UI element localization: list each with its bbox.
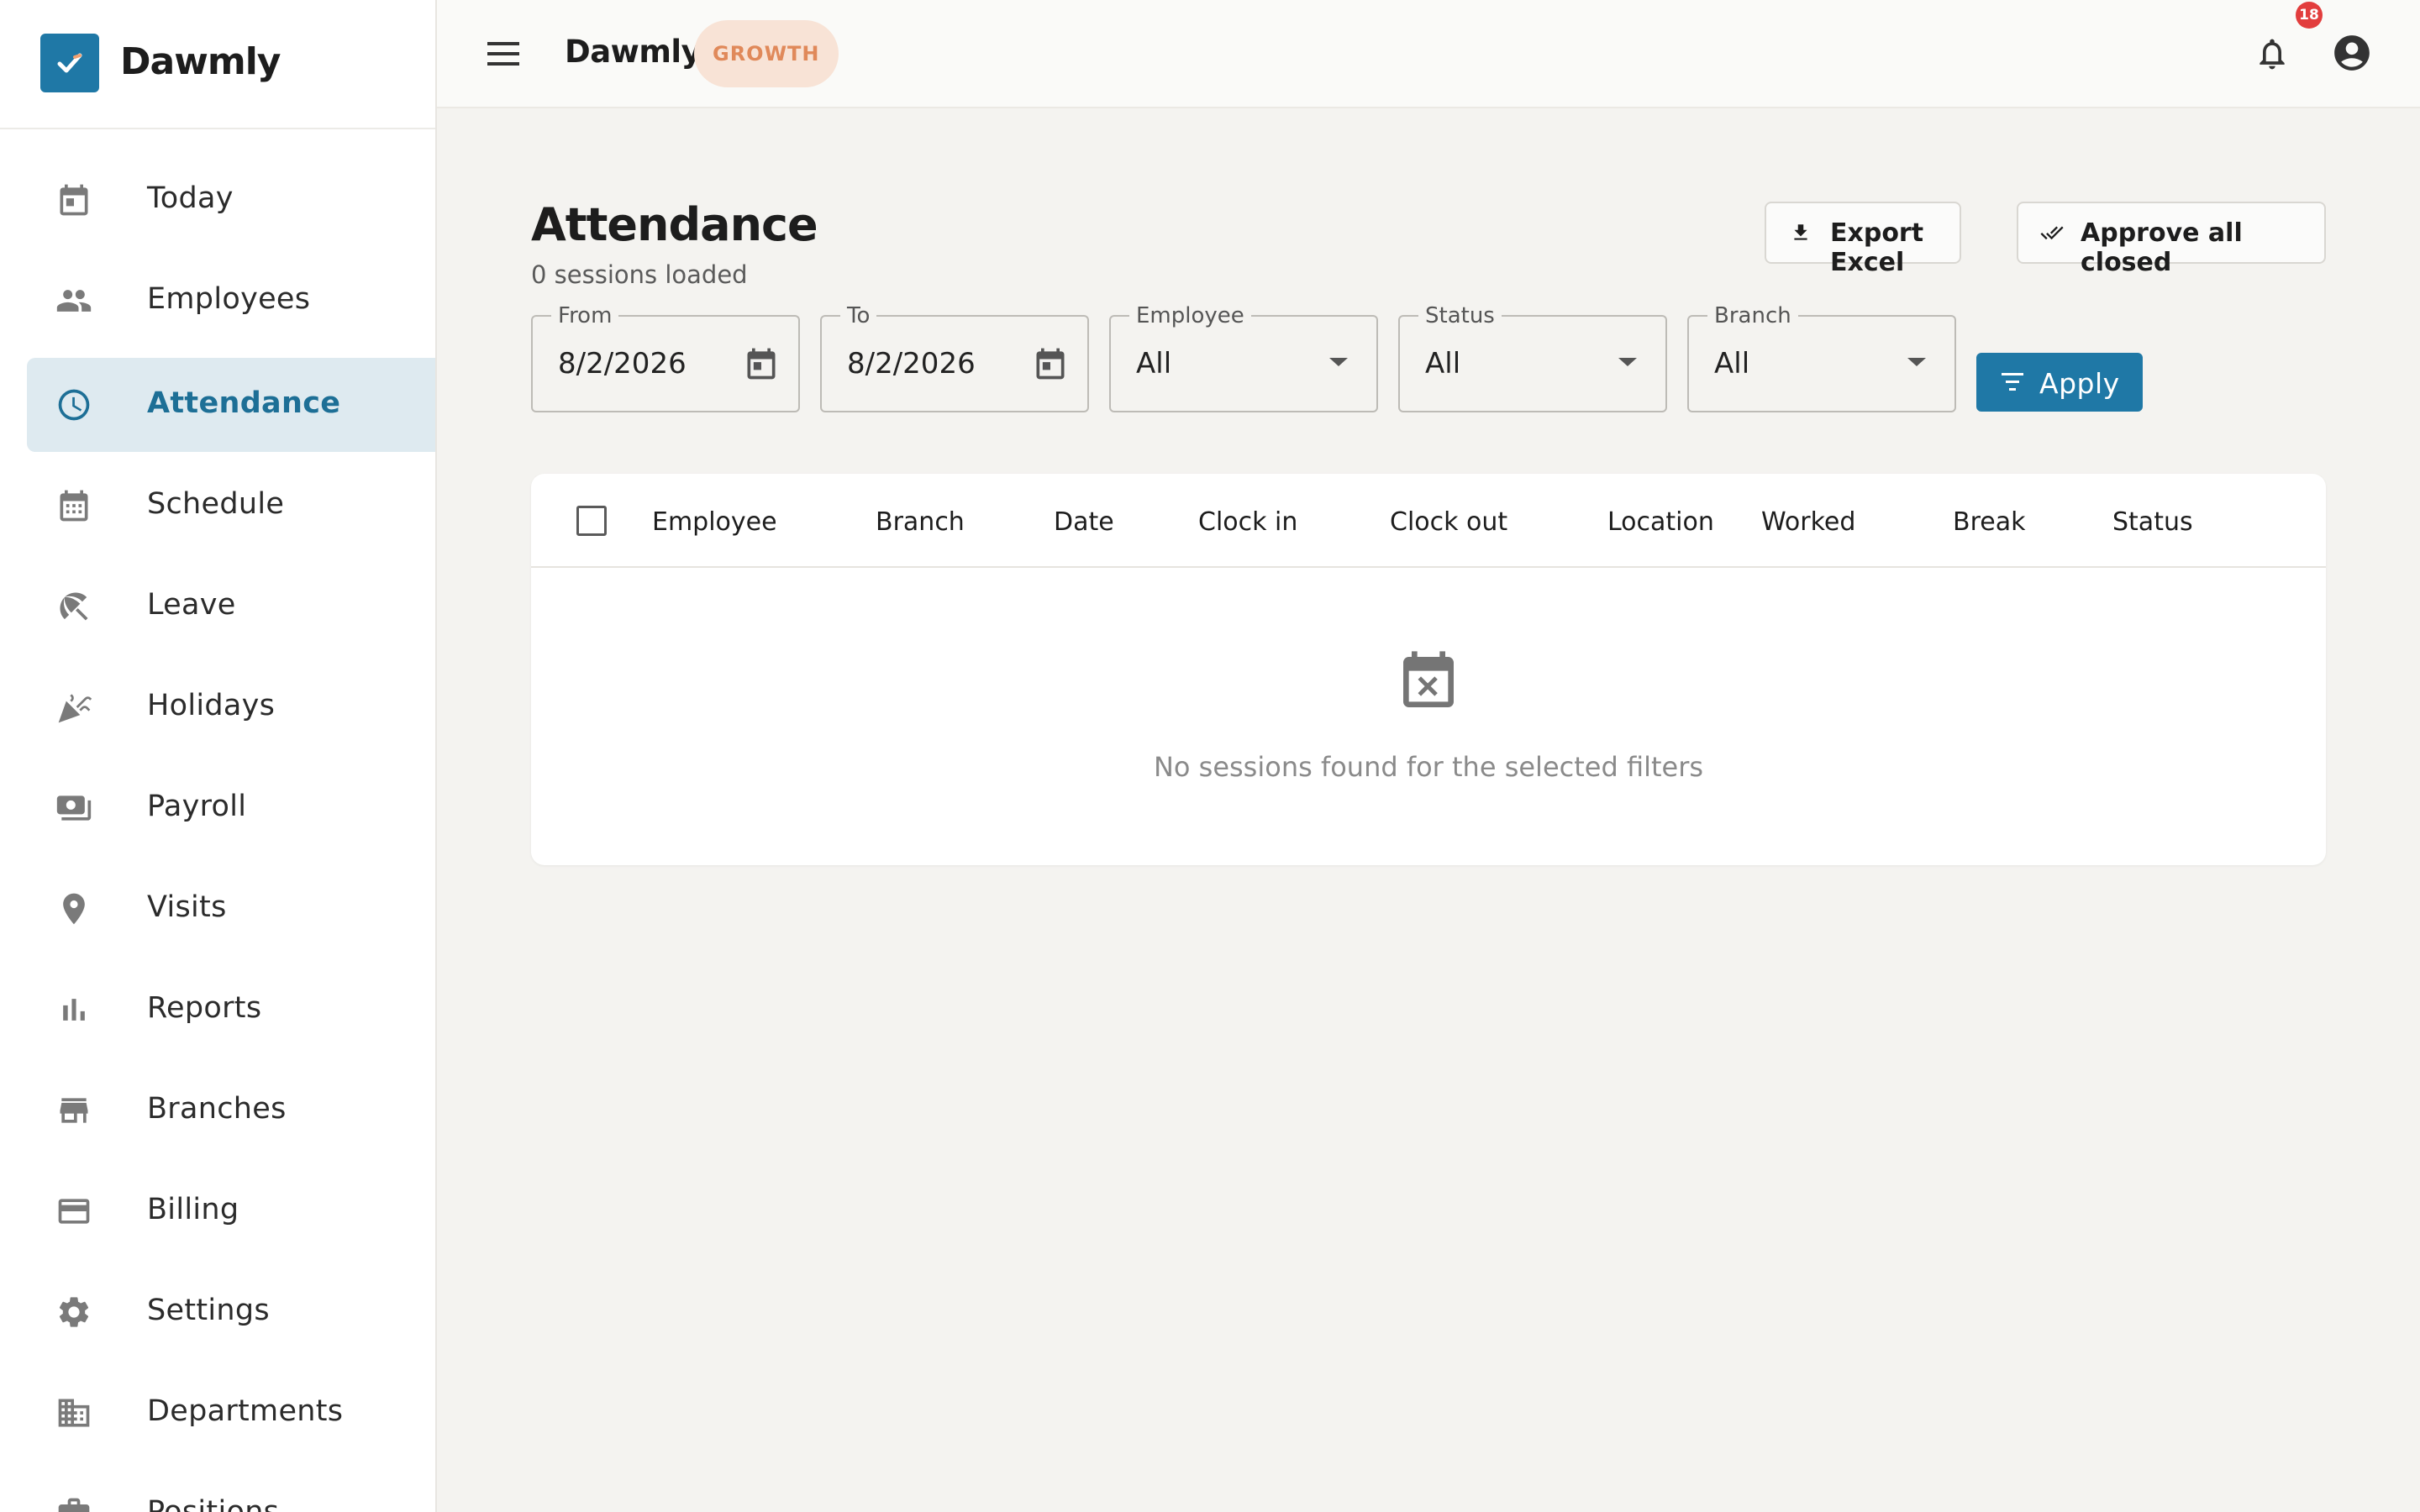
notification-count-badge: 18	[2296, 2, 2323, 29]
sidebar-item-schedule[interactable]: Schedule	[27, 459, 435, 553]
status-select[interactable]: Status All	[1398, 303, 1667, 412]
brand-header: Dawmly	[0, 0, 435, 129]
sidebar-item-visits[interactable]: Visits	[27, 862, 435, 956]
done-all-icon	[2040, 226, 2064, 240]
briefcase-icon	[58, 1498, 90, 1512]
sidebar-item-label: Schedule	[147, 487, 285, 521]
celebration-icon	[58, 694, 92, 723]
chevron-down-icon	[1329, 358, 1348, 366]
sidebar-item-settings[interactable]: Settings	[27, 1265, 435, 1359]
apply-label: Apply	[2039, 367, 2120, 400]
sidebar-item-attendance[interactable]: Attendance	[27, 358, 435, 452]
calendar-icon[interactable]	[743, 345, 780, 382]
export-excel-button[interactable]: Export Excel	[1765, 202, 1961, 277]
calendar-icon[interactable]	[1032, 345, 1069, 382]
domain-icon	[58, 1399, 90, 1427]
bar-chart-icon	[63, 999, 85, 1021]
sidebar-item-label: Employees	[147, 282, 311, 316]
download-icon	[1794, 224, 1807, 240]
employee-select-label: Employee	[1129, 303, 1251, 328]
sidebar-item-employees[interactable]: Employees	[27, 254, 435, 348]
from-date-label: From	[551, 303, 619, 328]
branch-select-label: Branch	[1707, 303, 1798, 328]
sidebar-item-label: Holidays	[147, 689, 276, 722]
table-header: Employee Branch Date Clock in Clock out …	[531, 474, 2326, 568]
payments-icon	[56, 795, 92, 821]
sidebar-item-label: Settings	[147, 1294, 270, 1327]
sidebar-item-label: Branches	[147, 1092, 287, 1126]
employee-select[interactable]: Employee All	[1109, 303, 1378, 412]
sidebar-item-positions[interactable]: Positions	[27, 1467, 435, 1512]
event-busy-icon	[1403, 651, 1454, 707]
chevron-down-icon	[1907, 358, 1926, 366]
filter-icon	[2002, 373, 2023, 391]
column-header-status[interactable]: Status	[2112, 507, 2193, 537]
approve-all-closed-label: Approve all closed	[2081, 218, 2243, 277]
employee-select-value: All	[1136, 347, 1172, 381]
attendance-table: Employee Branch Date Clock in Clock out …	[531, 474, 2326, 865]
beach-umbrella-icon	[60, 592, 88, 621]
sidebar-item-label: Positions	[147, 1495, 280, 1512]
column-header-clock-out[interactable]: Clock out	[1390, 507, 1507, 537]
menu-icon[interactable]	[486, 39, 521, 69]
sidebar-item-label: Attendance	[147, 386, 341, 420]
sidebar-item-leave[interactable]: Leave	[27, 559, 435, 654]
sidebar-item-reports[interactable]: Reports	[27, 963, 435, 1057]
apply-button[interactable]: Apply	[1976, 353, 2143, 412]
location-pin-icon	[63, 893, 85, 925]
brand-name: Dawmly	[120, 40, 281, 83]
column-header-clock-in[interactable]: Clock in	[1198, 507, 1297, 537]
status-select-value: All	[1425, 347, 1461, 381]
export-excel-label: Export Excel	[1830, 218, 1924, 277]
gear-icon	[59, 1297, 89, 1327]
column-header-worked[interactable]: Worked	[1761, 507, 1855, 537]
to-date-field[interactable]: To 8/2/2026	[820, 303, 1089, 412]
to-date-value: 8/2/2026	[847, 347, 976, 381]
sidebar-item-today[interactable]: Today	[27, 153, 435, 247]
sidebar-item-billing[interactable]: Billing	[27, 1164, 435, 1258]
sidebar: Dawmly Today Employees Attendance Schedu…	[0, 0, 437, 1512]
logo-icon	[40, 34, 99, 92]
status-select-label: Status	[1418, 303, 1502, 328]
page-title: Attendance	[531, 198, 818, 251]
column-header-location[interactable]: Location	[1607, 507, 1714, 537]
column-header-branch[interactable]: Branch	[876, 507, 965, 537]
empty-state-message: No sessions found for the selected filte…	[1153, 751, 1704, 783]
select-all-checkbox[interactable]	[576, 506, 607, 536]
sidebar-item-holidays[interactable]: Holidays	[27, 660, 435, 754]
app-title: Dawmly	[565, 34, 702, 70]
page-subtitle: 0 sessions loaded	[531, 260, 748, 289]
people-icon	[56, 290, 92, 312]
calendar-month-icon	[60, 490, 88, 522]
sidebar-item-label: Departments	[147, 1394, 344, 1428]
from-date-value: 8/2/2026	[558, 347, 687, 381]
column-header-date[interactable]: Date	[1054, 507, 1114, 537]
branch-select-value: All	[1714, 347, 1750, 381]
approve-all-closed-button[interactable]: Approve all closed	[2017, 202, 2326, 277]
column-header-break[interactable]: Break	[1953, 507, 2025, 537]
bell-icon[interactable]	[2254, 35, 2291, 72]
column-header-employee[interactable]: Employee	[652, 507, 777, 537]
from-date-field[interactable]: From 8/2/2026	[531, 303, 800, 412]
sidebar-item-departments[interactable]: Departments	[27, 1366, 435, 1460]
to-date-label: To	[840, 303, 877, 328]
top-bar: Dawmly GROWTH 18	[437, 0, 2420, 108]
sidebar-item-label: Leave	[147, 588, 236, 622]
sidebar-item-label: Billing	[147, 1193, 239, 1226]
sidebar-item-branches[interactable]: Branches	[27, 1063, 435, 1158]
credit-card-icon	[58, 1199, 90, 1224]
sidebar-item-label: Payroll	[147, 790, 247, 823]
sidebar-item-label: Reports	[147, 991, 262, 1025]
calendar-today-icon	[60, 184, 88, 216]
plan-badge: GROWTH	[694, 20, 839, 87]
store-icon	[60, 1098, 88, 1123]
chevron-down-icon	[1618, 358, 1637, 366]
account-icon[interactable]	[2331, 32, 2373, 74]
sidebar-item-label: Today	[147, 181, 234, 215]
branch-select[interactable]: Branch All	[1687, 303, 1956, 412]
sidebar-item-label: Visits	[147, 890, 227, 924]
sidebar-item-payroll[interactable]: Payroll	[27, 761, 435, 855]
clock-icon	[58, 389, 90, 421]
